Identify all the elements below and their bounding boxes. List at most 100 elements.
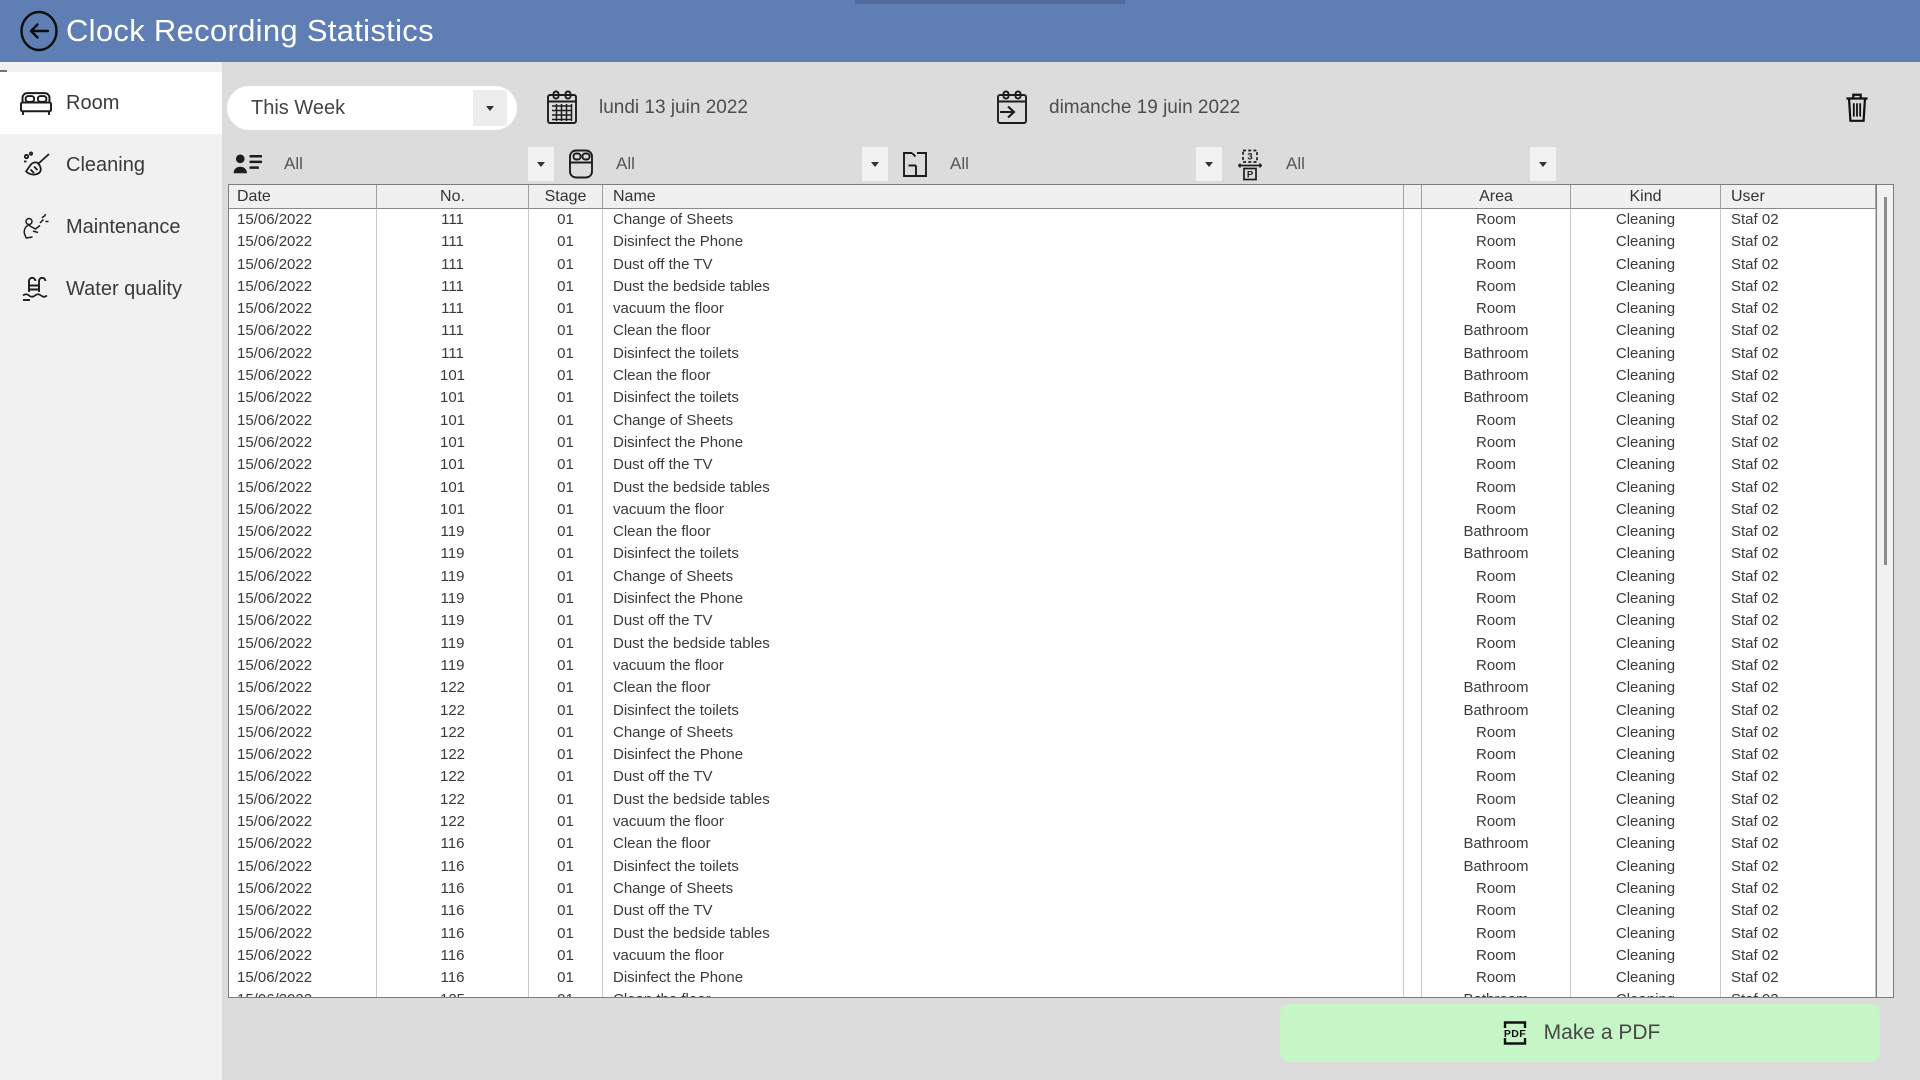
table-row[interactable]: 15/06/2022 116 01 Dust off the TV Room C… bbox=[229, 900, 1876, 922]
cell-spacer bbox=[1404, 677, 1422, 699]
column-header-date[interactable]: Date bbox=[229, 185, 377, 209]
cell-name: Disinfect the Phone bbox=[603, 432, 1404, 454]
table-row[interactable]: 15/06/2022 101 01 Disinfect the toilets … bbox=[229, 387, 1876, 409]
column-header-area[interactable]: Area bbox=[1422, 185, 1571, 209]
table-row[interactable]: 15/06/2022 101 01 Dust off the TV Room C… bbox=[229, 454, 1876, 476]
room-filter[interactable]: All bbox=[566, 146, 888, 182]
table-row[interactable]: 15/06/2022 116 01 Disinfect the Phone Ro… bbox=[229, 967, 1876, 989]
sidebar-item-water-quality[interactable]: Water quality bbox=[0, 258, 222, 320]
end-date-field[interactable]: dimanche 19 juin 2022 bbox=[995, 86, 1240, 130]
cell-spacer bbox=[1404, 700, 1422, 722]
table-row[interactable]: 15/06/2022 125 01 Clean the floor Bathro… bbox=[229, 989, 1876, 998]
period-dropdown-button[interactable] bbox=[473, 90, 507, 126]
period-select[interactable]: This Week bbox=[227, 86, 517, 130]
table-row[interactable]: 15/06/2022 101 01 Clean the floor Bathro… bbox=[229, 365, 1876, 387]
cell-area: Room bbox=[1422, 432, 1571, 454]
sidebar-item-maintenance[interactable]: Maintenance bbox=[0, 196, 222, 258]
table-row[interactable]: 15/06/2022 119 01 vacuum the floor Room … bbox=[229, 655, 1876, 677]
table-row[interactable]: 15/06/2022 101 01 Change of Sheets Room … bbox=[229, 410, 1876, 432]
table-row[interactable]: 15/06/2022 101 01 Dust the bedside table… bbox=[229, 477, 1876, 499]
cell-area: Bathroom bbox=[1422, 343, 1571, 365]
staff-filter[interactable]: All bbox=[232, 146, 554, 182]
cell-name: Dust off the TV bbox=[603, 254, 1404, 276]
cell-no: 116 bbox=[377, 833, 529, 855]
table-row[interactable]: 15/06/2022 116 01 Dust the bedside table… bbox=[229, 923, 1876, 945]
cell-spacer bbox=[1404, 276, 1422, 298]
table-row[interactable]: 15/06/2022 122 01 Dust the bedside table… bbox=[229, 789, 1876, 811]
make-pdf-button[interactable]: PDF Make a PDF bbox=[1280, 1004, 1880, 1062]
table-row[interactable]: 15/06/2022 122 01 Disinfect the Phone Ro… bbox=[229, 744, 1876, 766]
cell-date: 15/06/2022 bbox=[229, 900, 377, 922]
back-button[interactable] bbox=[18, 10, 60, 52]
cell-no: 111 bbox=[377, 343, 529, 365]
cell-no: 125 bbox=[377, 989, 529, 998]
sidebar-item-label: Cleaning bbox=[66, 154, 145, 177]
stage-filter[interactable]: 3 P All bbox=[1234, 146, 1556, 182]
start-date-field[interactable]: lundi 13 juin 2022 bbox=[545, 86, 748, 130]
delete-button[interactable] bbox=[1842, 88, 1878, 126]
table-row[interactable]: 15/06/2022 119 01 Clean the floor Bathro… bbox=[229, 521, 1876, 543]
column-header-stage[interactable]: Stage bbox=[529, 185, 603, 209]
sidebar-item-cleaning[interactable]: Cleaning bbox=[0, 134, 222, 196]
table-row[interactable]: 15/06/2022 122 01 vacuum the floor Room … bbox=[229, 811, 1876, 833]
cell-kind: Cleaning bbox=[1571, 610, 1721, 632]
table-row[interactable]: 15/06/2022 119 01 Change of Sheets Room … bbox=[229, 566, 1876, 588]
column-header-no[interactable]: No. bbox=[377, 185, 529, 209]
staff-filter-dropdown-button[interactable] bbox=[528, 147, 554, 181]
calendar-arrow-icon bbox=[995, 90, 1029, 127]
cell-area: Room bbox=[1422, 878, 1571, 900]
cell-date: 15/06/2022 bbox=[229, 343, 377, 365]
table-row[interactable]: 15/06/2022 101 01 Disinfect the Phone Ro… bbox=[229, 432, 1876, 454]
floorplan-icon bbox=[900, 149, 930, 180]
table-row[interactable]: 15/06/2022 119 01 Disinfect the toilets … bbox=[229, 543, 1876, 565]
table-row[interactable]: 15/06/2022 111 01 Dust off the TV Room C… bbox=[229, 254, 1876, 276]
cell-kind: Cleaning bbox=[1571, 923, 1721, 945]
cell-user: Staf 02 bbox=[1721, 856, 1876, 878]
cell-stage: 01 bbox=[529, 320, 603, 342]
table-row[interactable]: 15/06/2022 116 01 vacuum the floor Room … bbox=[229, 945, 1876, 967]
table-row[interactable]: 15/06/2022 116 01 Disinfect the toilets … bbox=[229, 856, 1876, 878]
table-row[interactable]: 15/06/2022 116 01 Change of Sheets Room … bbox=[229, 878, 1876, 900]
cell-date: 15/06/2022 bbox=[229, 811, 377, 833]
area-filter-dropdown-button[interactable] bbox=[1196, 147, 1222, 181]
cell-area: Room bbox=[1422, 900, 1571, 922]
cell-kind: Cleaning bbox=[1571, 789, 1721, 811]
table-scrollbar-thumb[interactable] bbox=[1884, 197, 1887, 565]
table-row[interactable]: 15/06/2022 111 01 vacuum the floor Room … bbox=[229, 298, 1876, 320]
cell-stage: 01 bbox=[529, 655, 603, 677]
table-row[interactable]: 15/06/2022 116 01 Clean the floor Bathro… bbox=[229, 833, 1876, 855]
cell-name: vacuum the floor bbox=[603, 298, 1404, 320]
room-filter-dropdown-button[interactable] bbox=[862, 147, 888, 181]
stage-filter-dropdown-button[interactable] bbox=[1530, 147, 1556, 181]
cell-kind: Cleaning bbox=[1571, 454, 1721, 476]
table-row[interactable]: 15/06/2022 122 01 Dust off the TV Room C… bbox=[229, 766, 1876, 788]
table-row[interactable]: 15/06/2022 111 01 Clean the floor Bathro… bbox=[229, 320, 1876, 342]
table-row[interactable]: 15/06/2022 111 01 Change of Sheets Room … bbox=[229, 209, 1876, 231]
cell-date: 15/06/2022 bbox=[229, 454, 377, 476]
cell-stage: 01 bbox=[529, 633, 603, 655]
cell-kind: Cleaning bbox=[1571, 477, 1721, 499]
table-row[interactable]: 15/06/2022 122 01 Disinfect the toilets … bbox=[229, 700, 1876, 722]
column-header-kind[interactable]: Kind bbox=[1571, 185, 1721, 209]
column-header-name[interactable]: Name bbox=[603, 185, 1404, 209]
cell-name: Disinfect the Phone bbox=[603, 744, 1404, 766]
cell-area: Room bbox=[1422, 276, 1571, 298]
table-row[interactable]: 15/06/2022 111 01 Dust the bedside table… bbox=[229, 276, 1876, 298]
column-header-user[interactable]: User bbox=[1721, 185, 1876, 209]
area-filter[interactable]: All bbox=[900, 146, 1222, 182]
table-row[interactable]: 15/06/2022 111 01 Disinfect the Phone Ro… bbox=[229, 231, 1876, 253]
cell-user: Staf 02 bbox=[1721, 700, 1876, 722]
cell-spacer bbox=[1404, 566, 1422, 588]
chevron-down-icon bbox=[871, 162, 879, 167]
cell-area: Room bbox=[1422, 633, 1571, 655]
table-row[interactable]: 15/06/2022 101 01 vacuum the floor Room … bbox=[229, 499, 1876, 521]
cell-name: Change of Sheets bbox=[603, 209, 1404, 231]
sidebar-item-room[interactable]: Room bbox=[0, 72, 222, 134]
table-row[interactable]: 15/06/2022 119 01 Dust off the TV Room C… bbox=[229, 610, 1876, 632]
table-row[interactable]: 15/06/2022 119 01 Dust the bedside table… bbox=[229, 633, 1876, 655]
table-row[interactable]: 15/06/2022 111 01 Disinfect the toilets … bbox=[229, 343, 1876, 365]
table-scrollbar[interactable] bbox=[1876, 185, 1893, 997]
table-row[interactable]: 15/06/2022 119 01 Disinfect the Phone Ro… bbox=[229, 588, 1876, 610]
table-row[interactable]: 15/06/2022 122 01 Clean the floor Bathro… bbox=[229, 677, 1876, 699]
table-row[interactable]: 15/06/2022 122 01 Change of Sheets Room … bbox=[229, 722, 1876, 744]
